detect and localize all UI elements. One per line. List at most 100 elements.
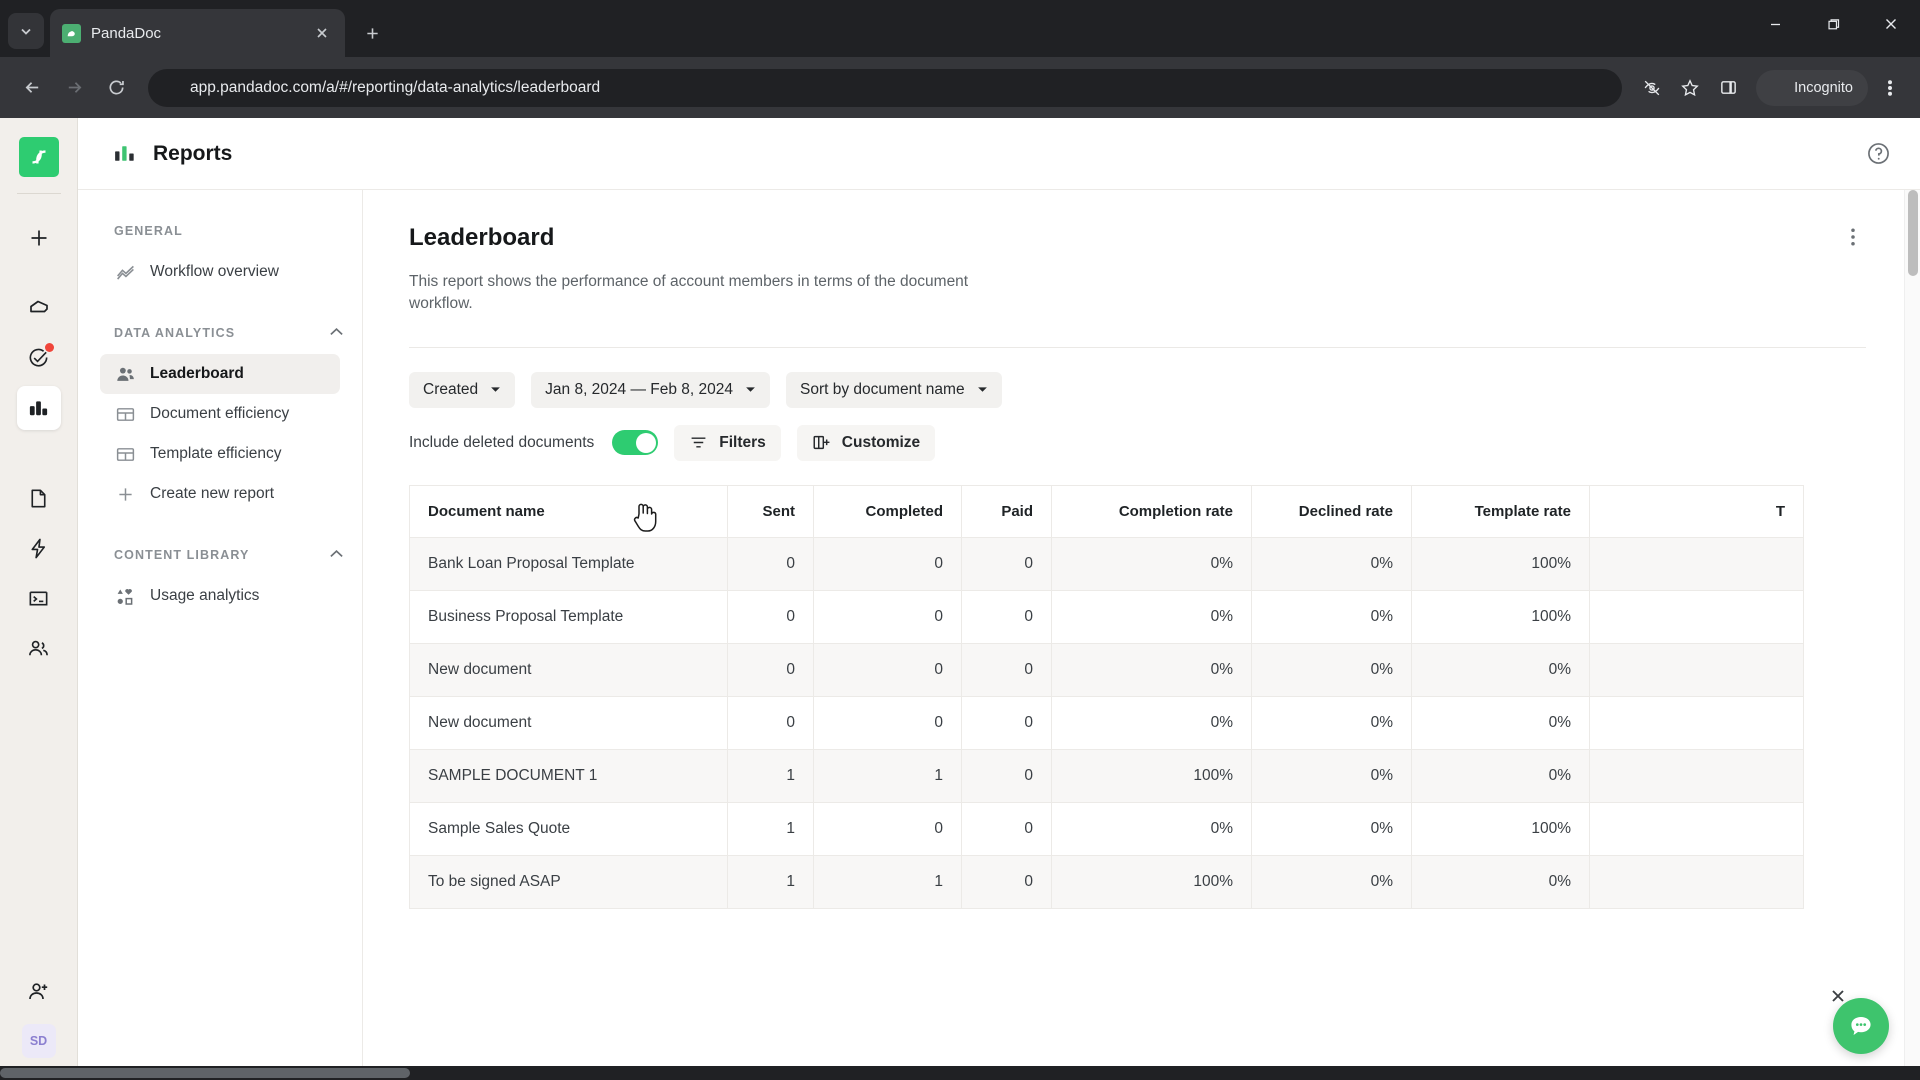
nav-item-label: Leaderboard bbox=[150, 365, 244, 382]
horizontal-scrollbar[interactable] bbox=[0, 1066, 1920, 1080]
close-tab-button[interactable] bbox=[311, 22, 333, 44]
rail-item-reports[interactable] bbox=[16, 386, 61, 430]
vertical-scrollbar[interactable] bbox=[1904, 190, 1920, 1080]
table-header-row: Document name Sent Completed Paid Comple… bbox=[409, 484, 1804, 538]
rail-item-templates[interactable] bbox=[17, 576, 61, 620]
col-completed[interactable]: Completed bbox=[813, 484, 962, 538]
cell-document-name: To be signed ASAP bbox=[409, 854, 728, 909]
plus-icon bbox=[114, 483, 136, 505]
cell-completion-rate: 0% bbox=[1051, 589, 1252, 644]
cell-truncated bbox=[1589, 695, 1804, 750]
rail-item-tasks[interactable] bbox=[17, 336, 61, 380]
nav-item-document-efficiency[interactable]: Document efficiency bbox=[100, 394, 340, 434]
back-button[interactable] bbox=[14, 70, 50, 106]
body-row: GENERAL Workflow overview DATA ANALYTICS bbox=[78, 190, 1920, 1080]
incognito-indicator[interactable]: Incognito bbox=[1756, 69, 1868, 106]
rail-item-create-new[interactable] bbox=[17, 216, 61, 260]
nav-section-data-analytics[interactable]: DATA ANALYTICS bbox=[78, 326, 362, 340]
scrollbar-thumb[interactable] bbox=[1908, 190, 1918, 276]
tab-search-button[interactable] bbox=[8, 13, 44, 49]
col-template-rate[interactable]: Template rate bbox=[1411, 484, 1590, 538]
table-row[interactable]: To be signed ASAP 1 1 0 100% 0% 0% bbox=[409, 854, 1804, 909]
cell-truncated bbox=[1589, 536, 1804, 591]
nav-section-content-library[interactable]: CONTENT LIBRARY bbox=[78, 548, 362, 562]
maximize-icon bbox=[1827, 18, 1839, 29]
home-icon bbox=[29, 300, 48, 313]
rail-item-documents[interactable] bbox=[17, 476, 61, 520]
cell-completion-rate: 100% bbox=[1051, 854, 1252, 909]
address-bar[interactable]: app.pandadoc.com/a/#/reporting/data-anal… bbox=[148, 68, 1623, 107]
cell-template-rate: 100% bbox=[1411, 801, 1590, 856]
include-deleted-toggle[interactable] bbox=[612, 430, 659, 456]
sort-dropdown[interactable]: Sort by document name bbox=[786, 371, 1002, 408]
report-title: Leaderboard bbox=[409, 224, 555, 251]
cell-paid: 0 bbox=[961, 801, 1052, 856]
nav-item-leaderboard[interactable]: Leaderboard bbox=[100, 354, 340, 394]
nav-item-usage-analytics[interactable]: Usage analytics bbox=[100, 576, 340, 616]
tracking-protection-button[interactable] bbox=[1636, 72, 1668, 104]
close-window-button[interactable] bbox=[1862, 0, 1920, 48]
nav-item-create-new-report[interactable]: Create new report bbox=[100, 474, 340, 514]
table-row[interactable]: Sample Sales Quote 1 0 0 0% 0% 100% bbox=[409, 801, 1804, 856]
minimize-button[interactable] bbox=[1746, 0, 1804, 48]
table-row[interactable]: Bank Loan Proposal Template 0 0 0 0% 0% … bbox=[409, 536, 1804, 591]
nav-item-workflow-overview[interactable]: Workflow overview bbox=[100, 252, 340, 292]
rail-item-contacts[interactable] bbox=[17, 626, 61, 670]
date-range-dropdown[interactable]: Jan 8, 2024 — Feb 8, 2024 bbox=[531, 371, 771, 408]
include-deleted-label: Include deleted documents bbox=[409, 433, 595, 451]
chat-widget-button[interactable] bbox=[1833, 998, 1889, 1054]
pandadoc-logo[interactable] bbox=[18, 137, 59, 177]
nav-item-template-efficiency[interactable]: Template efficiency bbox=[100, 434, 340, 474]
cell-paid: 0 bbox=[961, 642, 1052, 697]
chevron-down-icon bbox=[746, 387, 755, 393]
cell-sent: 0 bbox=[727, 695, 814, 750]
browser-window: PandaDoc app.pandadoc.com/a/#/reporting/… bbox=[0, 0, 1920, 1080]
person-plus-icon bbox=[28, 983, 47, 1000]
bookmark-button[interactable] bbox=[1674, 72, 1706, 104]
browser-tab[interactable]: PandaDoc bbox=[50, 9, 345, 57]
new-tab-button[interactable] bbox=[355, 16, 389, 50]
cell-document-name: New document bbox=[409, 642, 728, 697]
forward-button[interactable] bbox=[56, 70, 92, 106]
rail-item-invite[interactable] bbox=[17, 970, 61, 1014]
table-row[interactable]: New document 0 0 0 0% 0% 0% bbox=[409, 695, 1804, 750]
page-title: Reports bbox=[153, 141, 233, 165]
customize-button[interactable]: Customize bbox=[796, 424, 936, 461]
cell-truncated bbox=[1589, 642, 1804, 697]
hscrollbar-thumb[interactable] bbox=[0, 1068, 410, 1078]
rail-item-home[interactable] bbox=[17, 286, 61, 330]
col-completion-rate[interactable]: Completion rate bbox=[1051, 484, 1252, 538]
report-menu-button[interactable] bbox=[1840, 224, 1866, 250]
col-sent[interactable]: Sent bbox=[727, 484, 814, 538]
url-text: app.pandadoc.com/a/#/reporting/data-anal… bbox=[190, 78, 601, 96]
col-document-name[interactable]: Document name bbox=[409, 484, 728, 538]
cell-declined-rate: 0% bbox=[1251, 695, 1412, 750]
reload-button[interactable] bbox=[98, 70, 134, 106]
filters-button[interactable]: Filters bbox=[674, 424, 781, 461]
rail-item-quick-actions[interactable] bbox=[17, 526, 61, 570]
cell-completed: 0 bbox=[813, 801, 962, 856]
browser-menu-button[interactable] bbox=[1874, 72, 1906, 104]
maximize-button[interactable] bbox=[1804, 0, 1862, 48]
table-icon bbox=[114, 443, 136, 465]
cell-document-name: Bank Loan Proposal Template bbox=[409, 536, 728, 591]
user-avatar[interactable]: SD bbox=[21, 1024, 56, 1058]
table-row[interactable]: New document 0 0 0 0% 0% 0% bbox=[409, 642, 1804, 697]
col-declined-rate[interactable]: Declined rate bbox=[1251, 484, 1412, 538]
cell-completed: 1 bbox=[813, 854, 962, 909]
nav-item-label: Document efficiency bbox=[150, 405, 290, 422]
report-inner: Leaderboard This report shows the perfor… bbox=[363, 190, 1920, 1080]
side-panel-button[interactable] bbox=[1712, 72, 1744, 104]
reload-icon bbox=[108, 80, 124, 95]
cell-completion-rate: 0% bbox=[1051, 695, 1252, 750]
chevron-up-icon[interactable] bbox=[329, 326, 344, 340]
table-row[interactable]: Business Proposal Template 0 0 0 0% 0% 1… bbox=[409, 589, 1804, 644]
date-field-dropdown[interactable]: Created bbox=[409, 371, 516, 408]
help-button[interactable] bbox=[1864, 140, 1892, 168]
cell-sent: 0 bbox=[727, 642, 814, 697]
col-truncated[interactable]: T bbox=[1589, 484, 1804, 538]
tab-title: PandaDoc bbox=[91, 24, 162, 42]
table-row[interactable]: SAMPLE DOCUMENT 1 1 1 0 100% 0% 0% bbox=[409, 748, 1804, 803]
col-paid[interactable]: Paid bbox=[961, 484, 1052, 538]
chevron-up-icon[interactable] bbox=[329, 548, 344, 562]
